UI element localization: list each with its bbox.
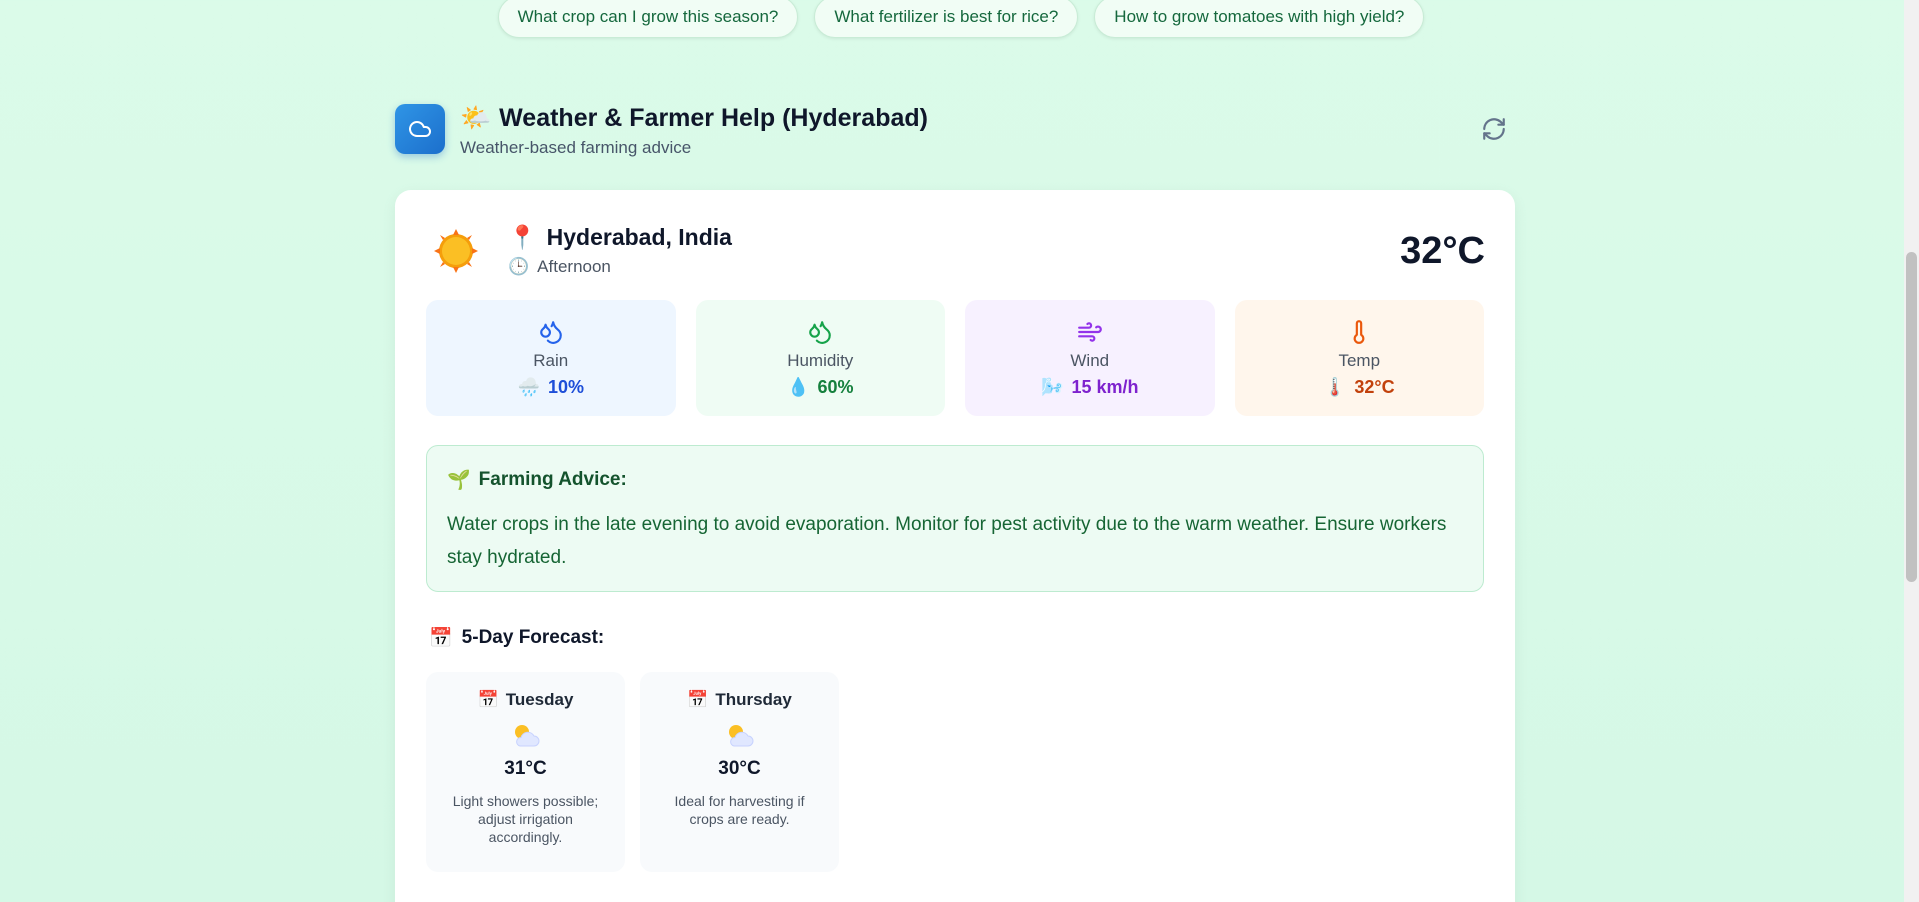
- droplets-icon: [539, 320, 562, 344]
- location-title: 📍 Hyderabad, India: [508, 224, 732, 251]
- cloud-icon: [395, 104, 445, 154]
- forecast-note: Ideal for harvesting if crops are ready.: [674, 793, 805, 827]
- thermometer-emoji-icon: 🌡️: [1323, 376, 1347, 397]
- forecast-title-text: 5-Day Forecast:: [461, 627, 605, 648]
- calendar-icon: 📅: [429, 628, 453, 649]
- rain-value: 10%: [547, 376, 584, 397]
- stat-value: 🌧️ 10%: [518, 377, 584, 398]
- stat-label: Wind: [1070, 350, 1110, 370]
- time-of-day: Afternoon: [537, 257, 611, 276]
- advice-title-text: Farming Advice:: [478, 469, 627, 490]
- location-time: 🕒 Afternoon: [508, 257, 611, 277]
- forecast-title: 📅 5-Day Forecast:: [429, 626, 604, 650]
- location-name: Hyderabad, India: [546, 224, 732, 250]
- stat-value: 💧 60%: [787, 377, 853, 398]
- wind-icon: [1077, 321, 1102, 342]
- forecast-temp: 31°C: [504, 758, 547, 779]
- stat-wind: Wind 🌬️ 15 km/h: [965, 300, 1215, 416]
- pin-icon: 📍: [508, 224, 537, 250]
- weather-header: 🌤️ Weather & Farmer Help (Hyderabad) Wea…: [395, 104, 1515, 164]
- page-title-text: Weather & Farmer Help (Hyderabad): [499, 104, 928, 132]
- page-title: 🌤️ Weather & Farmer Help (Hyderabad): [460, 104, 928, 133]
- stat-label: Temp: [1338, 350, 1381, 370]
- stat-humidity: Humidity 💧 60%: [695, 300, 945, 416]
- droplet-icon: 💧: [787, 376, 810, 397]
- forecast-temp: 30°C: [718, 758, 761, 779]
- stat-temp: Temp 🌡️ 32°C: [1234, 300, 1484, 416]
- forecast-card: 📅 Thursday 30°C Ideal for harvesting if …: [640, 672, 839, 872]
- forecast-day: 📅 Tuesday: [478, 690, 574, 710]
- sun-behind-cloud-icon: [728, 725, 753, 747]
- farming-advice: 🌱 Farming Advice: Water crops in the lat…: [426, 445, 1484, 592]
- page-subtitle: Weather-based farming advice: [460, 138, 692, 157]
- stat-value: 🌡️ 32°C: [1324, 377, 1395, 398]
- current-temperature: 32°C: [1400, 230, 1485, 272]
- wind-face-icon: 🌬️: [1041, 376, 1064, 397]
- clock-icon: 🕒: [508, 257, 530, 276]
- forecast-card: 📅 Tuesday 31°C Light showers possible; a…: [426, 672, 625, 872]
- suggestion-chip-tomatoes[interactable]: How to grow tomatoes with high yield?: [1094, 0, 1425, 38]
- stat-label: Rain: [533, 350, 569, 370]
- suggestion-chip-crop[interactable]: What crop can I grow this season?: [497, 0, 799, 38]
- calendar-icon: 📅: [477, 690, 499, 709]
- sun-icon: [433, 228, 479, 274]
- advice-text: Water crops in the late evening to avoid…: [447, 514, 1447, 568]
- droplets-icon: [809, 320, 832, 344]
- weather-card: 📍 Hyderabad, India 🕒 Afternoon 32°C Rain…: [395, 190, 1515, 902]
- scrollbar-thumb[interactable]: [1906, 252, 1917, 582]
- rain-cloud-icon: 🌧️: [517, 376, 540, 397]
- stat-rain: Rain 🌧️ 10%: [426, 300, 676, 416]
- suggestion-chip-fertilizer[interactable]: What fertilizer is best for rice?: [814, 0, 1079, 38]
- humidity-value: 60%: [817, 376, 854, 397]
- thermometer-icon: [1353, 319, 1365, 344]
- stat-label: Humidity: [787, 350, 854, 370]
- calendar-icon: 📅: [687, 690, 709, 709]
- refresh-icon[interactable]: [1481, 116, 1507, 142]
- forecast-list: 📅 Tuesday 31°C Light showers possible; a…: [426, 672, 839, 872]
- seedling-icon: 🌱: [447, 470, 471, 491]
- suggestion-chips: What crop can I grow this season? What f…: [0, 0, 1919, 38]
- sun-behind-cloud-icon: [514, 725, 539, 747]
- advice-title: 🌱 Farming Advice:: [447, 468, 1463, 492]
- forecast-day: 📅 Thursday: [687, 690, 792, 710]
- forecast-day-name: Tuesday: [505, 690, 574, 709]
- weather-stats: Rain 🌧️ 10% Humidity 💧 60% Wind 🌬️ 15 km…: [426, 300, 1484, 416]
- forecast-note: Light showers possible; adjust irrigatio…: [452, 793, 599, 845]
- temp-value: 32°C: [1354, 376, 1395, 397]
- page-scrollbar[interactable]: [1904, 0, 1919, 902]
- sun-cloud-icon: 🌤️: [460, 104, 492, 132]
- wind-value: 15 km/h: [1071, 376, 1139, 397]
- stat-value: 🌬️ 15 km/h: [1041, 377, 1138, 398]
- forecast-day-name: Thursday: [715, 690, 792, 709]
